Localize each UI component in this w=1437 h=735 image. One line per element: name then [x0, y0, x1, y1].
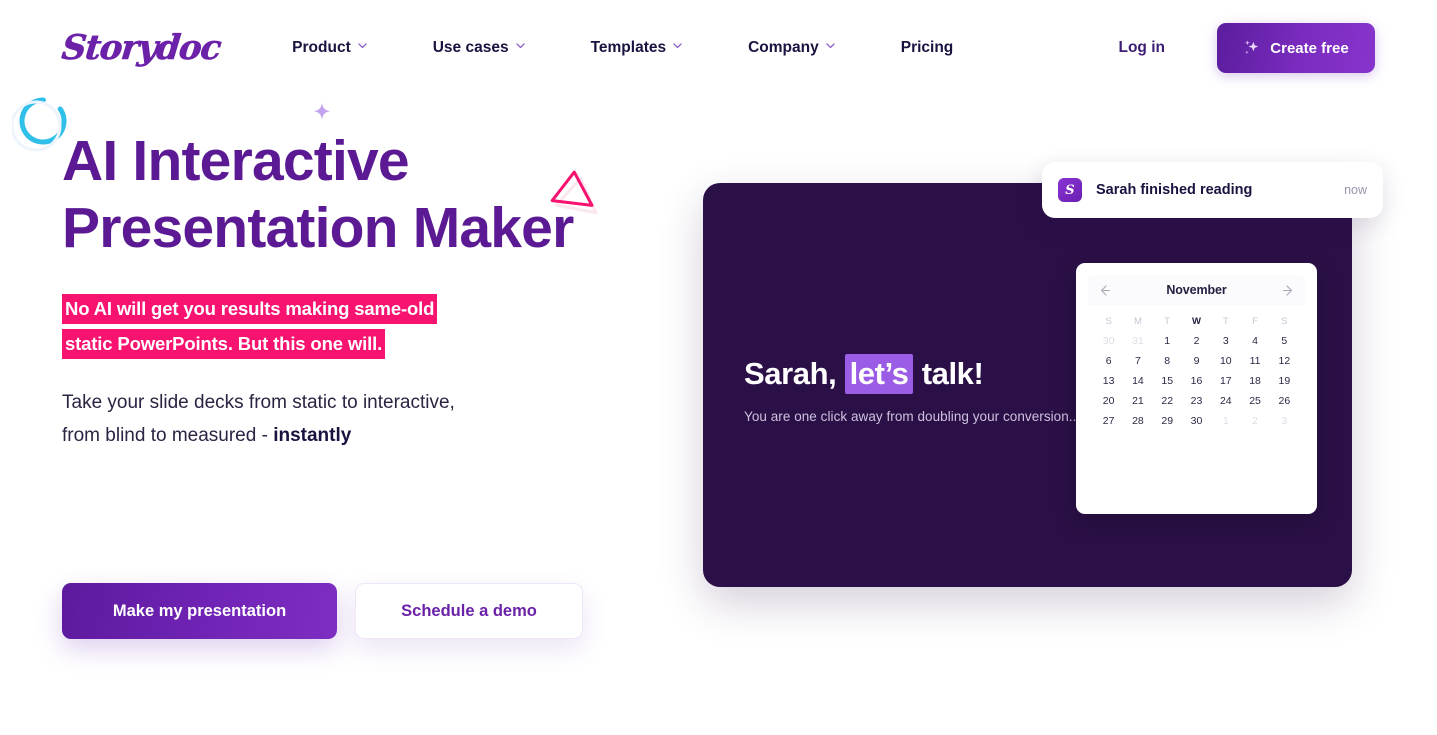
calendar-day-name: F [1252, 316, 1258, 327]
make-my-presentation-button[interactable]: Make my presentation [62, 583, 337, 639]
chevron-down-icon [673, 42, 682, 52]
calendar-day-cell[interactable]: 11 [1240, 355, 1269, 367]
hero-section: AI Interactive Presentation Maker No AI … [62, 128, 682, 639]
calendar-day-cell[interactable]: 30 [1182, 415, 1211, 427]
login-link[interactable]: Log in [1119, 39, 1166, 57]
notification-timestamp: now [1344, 183, 1367, 197]
storydoc-app-icon: S [1058, 178, 1082, 202]
calendar-day-cell[interactable]: 27 [1094, 415, 1123, 427]
calendar-month-label: November [1166, 283, 1227, 297]
sparkle-decoration-icon [308, 98, 336, 126]
nav-item-label: Use cases [432, 39, 509, 56]
calendar-day-cell[interactable]: 25 [1240, 395, 1269, 407]
calendar-day-cell[interactable]: 3 [1270, 415, 1299, 427]
calendar-day-cell[interactable]: 26 [1270, 395, 1299, 407]
slide-title-prefix: Sarah, [744, 356, 837, 391]
hero-highlight-text: No AI will get you results making same-o… [62, 292, 562, 362]
subcopy-line-1: Take your slide decks from static to int… [62, 392, 455, 413]
calendar-day-cell[interactable]: 6 [1094, 355, 1123, 367]
nav-item-pricing[interactable]: Pricing [868, 39, 987, 57]
create-free-button[interactable]: Create free [1217, 23, 1375, 73]
highlight-line-1: No AI will get you results making same-o… [62, 294, 438, 324]
chevron-down-icon [515, 42, 525, 52]
calendar-day-cell[interactable]: 13 [1094, 375, 1123, 387]
subcopy-line-2-prefix: from blind to measured - [62, 425, 274, 446]
calendar-day-name: T [1164, 316, 1171, 327]
calendar-day-cell[interactable]: 10 [1211, 355, 1240, 367]
nav-item-label: Templates [590, 39, 667, 56]
slide-preview-card[interactable]: Sarah, let’s talk! You are one click awa… [703, 183, 1352, 587]
calendar-day-cell[interactable]: 2 [1240, 415, 1269, 427]
calendar-day-cell[interactable]: 17 [1211, 375, 1240, 387]
nav-item-use-cases[interactable]: Use cases [400, 39, 558, 57]
calendar-day-cell[interactable]: 16 [1182, 375, 1211, 387]
calendar-day-cell[interactable]: 12 [1270, 355, 1299, 367]
highlight-line-2: static PowerPoints. But this one will. [62, 329, 386, 359]
calendar-header: November [1088, 275, 1305, 305]
slide-subtitle: You are one click away from doubling you… [744, 409, 1081, 424]
calendar-day-cell[interactable]: 2 [1182, 335, 1211, 347]
calendar-day-name: S [1281, 316, 1288, 327]
chevron-down-icon [826, 42, 835, 52]
hero-subcopy: Take your slide decks from static to int… [62, 386, 582, 452]
calendar-day-name: S [1105, 316, 1112, 327]
calendar-day-cell[interactable]: 15 [1153, 375, 1182, 387]
notification-message: Sarah finished reading [1096, 182, 1253, 198]
nav-item-product[interactable]: Product [292, 39, 400, 57]
calendar-day-name: M [1133, 316, 1142, 327]
calendar-day-name: T [1222, 316, 1229, 327]
calendar-day-cell[interactable]: 19 [1270, 375, 1299, 387]
main-nav-links: Product Use cases Templates Company Pric… [292, 39, 986, 57]
calendar-day-cell[interactable]: 30 [1094, 335, 1123, 347]
notification-toast[interactable]: S Sarah finished reading now [1042, 162, 1383, 218]
subcopy-line-2-bold: instantly [273, 425, 352, 446]
calendar-day-cell[interactable]: 1 [1211, 415, 1240, 427]
calendar-day-cell[interactable]: 5 [1270, 335, 1299, 347]
calendar-day-cell[interactable]: 7 [1123, 355, 1152, 367]
nav-item-label: Company [748, 39, 819, 56]
calendar-day-cell[interactable]: 24 [1211, 395, 1240, 407]
calendar-day-cell[interactable]: 29 [1153, 415, 1182, 427]
slide-title: Sarah, let’s talk! [744, 354, 984, 394]
storydoc-logo[interactable]: Storydoc [60, 28, 223, 69]
calendar-day-name: W [1192, 316, 1201, 327]
nav-item-label: Product [292, 39, 351, 56]
calendar-grid: S M T W T F S 30 31 1 2 3 4 5 6 7 8 9 10 11 12 13 14 15 16 17 18 19… [1088, 316, 1305, 427]
calendar-day-cell[interactable]: 14 [1123, 375, 1152, 387]
schedule-a-demo-button[interactable]: Schedule a demo [355, 583, 583, 639]
arrow-left-icon[interactable] [1098, 284, 1111, 297]
calendar-day-cell[interactable]: 20 [1094, 395, 1123, 407]
create-free-label: Create free [1270, 39, 1349, 57]
calendar-day-cell[interactable]: 22 [1153, 395, 1182, 407]
chevron-down-icon [358, 42, 367, 52]
hero-cta-row: Make my presentation Schedule a demo [62, 583, 583, 639]
nav-actions: Log in Create free [1119, 23, 1375, 73]
arrow-right-icon[interactable] [1282, 284, 1295, 297]
calendar-day-cell[interactable]: 8 [1153, 355, 1182, 367]
calendar-day-cell[interactable]: 21 [1123, 395, 1152, 407]
nav-item-company[interactable]: Company [715, 39, 868, 57]
calendar-day-cell[interactable]: 31 [1123, 335, 1152, 347]
calendar-day-cell[interactable]: 23 [1182, 395, 1211, 407]
top-navigation-bar: Storydoc Product Use cases Templates Com… [0, 0, 1437, 96]
calendar-day-cell[interactable]: 1 [1153, 335, 1182, 347]
calendar-day-cell[interactable]: 18 [1240, 375, 1269, 387]
calendar-day-cell[interactable]: 3 [1211, 335, 1240, 347]
calendar-inner: November S M T W T F S 30 31 1 2 3 4 5 6 7 8 9 10 11 12 13 14 1… [1088, 275, 1305, 502]
slide-title-suffix: talk! [921, 356, 984, 391]
sparkle-icon [1243, 39, 1260, 57]
calendar-day-cell[interactable]: 9 [1182, 355, 1211, 367]
calendar-day-cell[interactable]: 28 [1123, 415, 1152, 427]
slide-title-highlight: let’s [844, 354, 914, 394]
calendar-day-cell[interactable]: 4 [1240, 335, 1269, 347]
nav-item-label: Pricing [900, 39, 954, 56]
page-title: AI Interactive Presentation Maker [62, 129, 574, 260]
calendar-widget[interactable]: November S M T W T F S 30 31 1 2 3 4 5 6 7 8 9 10 11 12 13 14 1… [1076, 263, 1317, 514]
nav-item-templates[interactable]: Templates [558, 39, 716, 57]
